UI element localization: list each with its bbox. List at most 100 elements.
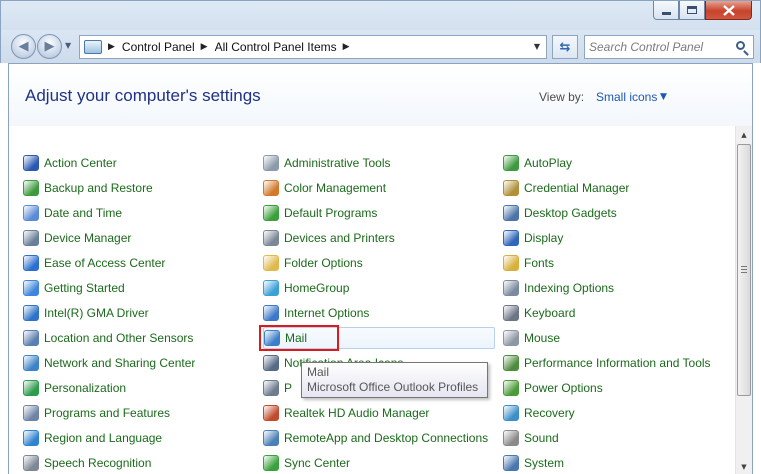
chevron-down-icon[interactable]: ▼ <box>660 92 667 102</box>
scroll-down-icon[interactable]: ▼ <box>736 458 752 474</box>
grip-line <box>741 272 747 273</box>
chevron-right-icon[interactable]: ▶ <box>108 42 115 52</box>
item-label: P <box>284 381 293 395</box>
recent-pages-dropdown[interactable]: ▼ <box>65 41 71 50</box>
item-label: HomeGroup <box>284 281 350 295</box>
control-panel-item[interactable]: Action Center <box>23 152 248 174</box>
item-label: Performance Information and Tools <box>524 356 711 370</box>
item-label: Intel(R) GMA Driver <box>44 306 149 320</box>
control-panel-item[interactable]: Programs and Features <box>23 402 248 424</box>
back-button[interactable]: ◀ <box>11 34 36 59</box>
forward-button[interactable]: ▶ <box>37 34 62 59</box>
item-label: Region and Language <box>44 431 163 445</box>
item-label: Ease of Access Center <box>44 256 166 270</box>
search-box[interactable] <box>584 35 754 59</box>
globe-icon <box>23 430 39 446</box>
item-label: Desktop Gadgets <box>524 206 617 220</box>
item-label: Sync Center <box>284 456 351 470</box>
control-panel-item[interactable]: Keyboard <box>503 302 733 324</box>
control-panel-item[interactable]: Performance Information and Tools <box>503 352 733 374</box>
control-panel-item[interactable]: Region and Language <box>23 427 248 449</box>
control-panel-item[interactable]: Network and Sharing Center <box>23 352 248 374</box>
control-panel-item[interactable]: Location and Other Sensors <box>23 327 248 349</box>
address-bar[interactable]: ▶ Control Panel ▶ All Control Panel Item… <box>79 35 547 59</box>
item-label: Devices and Printers <box>284 231 395 245</box>
control-panel-item[interactable]: Recovery <box>503 402 733 424</box>
view-by-label: View by: <box>539 90 585 104</box>
tooltip: Mail Microsoft Office Outlook Profiles <box>301 362 488 398</box>
item-label: Keyboard <box>524 306 576 320</box>
close-button[interactable] <box>705 1 752 20</box>
control-panel-item[interactable]: Indexing Options <box>503 277 733 299</box>
sync-icon <box>263 455 279 471</box>
control-panel-item[interactable]: Internet Options <box>263 302 495 324</box>
clock-icon <box>23 205 39 221</box>
chevron-down-icon[interactable]: ▼ <box>534 42 540 51</box>
control-panel-item[interactable]: Personalization <box>23 377 248 399</box>
item-label: Location and Other Sensors <box>44 331 194 345</box>
chevron-right-icon[interactable]: ▶ <box>201 42 208 52</box>
system-icon <box>503 455 519 471</box>
notification-icon <box>263 355 279 371</box>
chevron-right-icon[interactable]: ▶ <box>343 42 350 52</box>
item-label: Indexing Options <box>524 281 615 295</box>
minimize-button[interactable] <box>653 1 679 20</box>
phone-modem-icon <box>263 380 279 396</box>
speaker-icon <box>503 430 519 446</box>
recovery-icon <box>503 405 519 421</box>
control-panel-item[interactable]: Sync Center <box>263 452 495 474</box>
control-panel-item[interactable]: Credential Manager <box>503 177 733 199</box>
control-panel-item[interactable]: Default Programs <box>263 202 495 224</box>
view-by-dropdown[interactable]: Small icons <box>596 90 657 104</box>
control-panel-item[interactable]: Sound <box>503 427 733 449</box>
ease-of-access-icon <box>23 255 39 271</box>
item-label: Fonts <box>524 256 555 270</box>
credential-icon <box>503 180 519 196</box>
search-icon[interactable] <box>736 41 745 50</box>
arrow-right-icon: ▶ <box>44 39 55 54</box>
maximize-button[interactable] <box>679 1 705 20</box>
control-panel-item[interactable]: Device Manager <box>23 227 248 249</box>
control-panel-item[interactable]: Backup and Restore <box>23 177 248 199</box>
control-panel-item[interactable]: System <box>503 452 733 474</box>
control-panel-item[interactable]: Ease of Access Center <box>23 252 248 274</box>
keyboard-icon <box>503 305 519 321</box>
performance-icon <box>503 355 519 371</box>
breadcrumb-control-panel[interactable]: Control Panel <box>122 40 195 54</box>
control-panel-item[interactable]: Speech Recognition <box>23 452 248 474</box>
item-label: Action Center <box>44 156 117 170</box>
breadcrumb-all-items[interactable]: All Control Panel Items <box>215 40 337 54</box>
grip-line <box>741 269 747 270</box>
control-panel-item[interactable]: Desktop Gadgets <box>503 202 733 224</box>
control-panel-item[interactable]: Devices and Printers <box>263 227 495 249</box>
control-panel-item[interactable]: Folder Options <box>263 252 495 274</box>
color-management-icon <box>263 180 279 196</box>
control-panel-item[interactable]: Fonts <box>503 252 733 274</box>
flag-icon <box>23 155 39 171</box>
search-input[interactable] <box>589 39 731 55</box>
control-panel-item[interactable]: Color Management <box>263 177 495 199</box>
item-label: Default Programs <box>284 206 378 220</box>
tooltip-title: Mail <box>307 365 330 379</box>
refresh-button[interactable]: ⇆ <box>552 35 578 59</box>
control-panel-icon <box>84 40 102 54</box>
scroll-thumb[interactable] <box>737 144 751 396</box>
item-label: Folder Options <box>284 256 363 270</box>
control-panel-item[interactable]: HomeGroup <box>263 277 495 299</box>
getting-started-icon <box>23 280 39 296</box>
scroll-up-icon[interactable]: ▲ <box>736 126 752 143</box>
item-label: Programs and Features <box>44 406 171 420</box>
control-panel-item[interactable]: Power Options <box>503 377 733 399</box>
intel-icon <box>23 305 39 321</box>
control-panel-item[interactable]: Date and Time <box>23 202 248 224</box>
control-panel-item[interactable]: Display <box>503 227 733 249</box>
control-panel-item[interactable]: Getting Started <box>23 277 248 299</box>
control-panel-item[interactable]: Mouse <box>503 327 733 349</box>
vertical-scrollbar[interactable]: ▲ ▼ <box>735 126 752 474</box>
control-panel-item[interactable]: Intel(R) GMA Driver <box>23 302 248 324</box>
control-panel-item[interactable]: AutoPlay <box>503 152 733 174</box>
sensors-icon <box>23 330 39 346</box>
control-panel-item[interactable]: Realtek HD Audio Manager <box>263 402 495 424</box>
control-panel-item[interactable]: Administrative Tools <box>263 152 495 174</box>
control-panel-item[interactable]: RemoteApp and Desktop Connections <box>263 427 495 449</box>
